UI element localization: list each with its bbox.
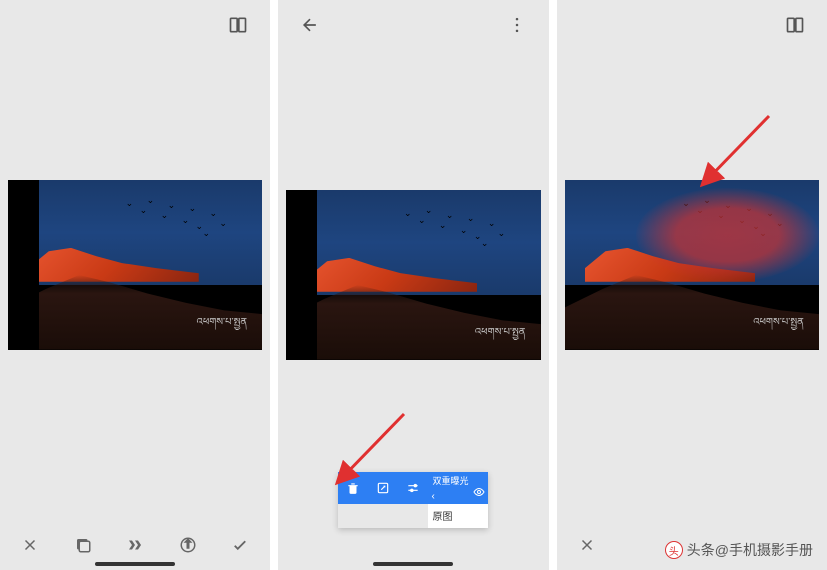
photo-watermark: འཕགས་པ་སྤྱན [753,311,804,339]
top-bar [557,0,827,50]
source-watermark: 头 头条@手机摄影手册 [661,538,817,562]
image-area: ⌄ ⌄ ⌄ ⌄ ⌄ ⌄ ⌄ ⌄ ⌄ ⌄ ⌄ འཕགས་པ་སྤྱན [0,50,270,520]
edit-toolbar-popup: 双重曝光 ‹ 原图 [338,472,488,528]
top-bar [278,0,548,50]
home-indicator [95,562,175,566]
watermark-logo-icon: 头 [665,541,683,559]
effect-row[interactable]: 双重曝光 ‹ [428,472,488,504]
panel-left: ⌄ ⌄ ⌄ ⌄ ⌄ ⌄ ⌄ ⌄ ⌄ ⌄ ⌄ འཕགས་པ་སྤྱན [0,0,270,570]
back-icon[interactable] [294,9,326,41]
photo[interactable]: ⌄ ⌄ ⌄ ⌄ ⌄ ⌄ ⌄ ⌄ ⌄ ⌄ ⌄ འཕགས་པ་སྤྱན [8,180,262,350]
black-border [286,190,317,360]
mask-overlay [636,188,819,281]
image-area: ⌄ ⌄ ⌄ ⌄ ⌄ ⌄ ⌄ ⌄ ⌄ ⌄ ⌄ འཕགས་པ་སྤྱན [557,50,827,520]
visibility-icon[interactable] [473,486,485,501]
export-icon[interactable] [172,529,204,561]
photo-watermark: འཕགས་པ་སྤྱན [197,311,248,339]
panel-right: ⌄ ⌄ ⌄ ⌄ ⌄ ⌄ ⌄ ⌄ ⌄ ⌄ ⌄ འཕགས་པ་སྤྱན [557,0,827,570]
compare-icon[interactable] [779,9,811,41]
photo[interactable]: ⌄ ⌄ ⌄ ⌄ ⌄ ⌄ ⌄ ⌄ ⌄ ⌄ ⌄ འཕགས་པ་སྤྱན [565,180,819,350]
more-icon[interactable] [501,9,533,41]
chevron-left-icon: ‹ [431,491,434,502]
effect-label: 双重曝光 [432,476,468,486]
black-border [8,180,39,350]
styles-icon[interactable] [67,529,99,561]
check-icon[interactable] [224,529,256,561]
tools-icon[interactable] [119,529,151,561]
original-row[interactable]: 原图 [428,504,488,528]
birds-flock: ⌄ ⌄ ⌄ ⌄ ⌄ ⌄ ⌄ ⌄ ⌄ ⌄ ⌄ [105,194,245,245]
compare-icon[interactable] [222,9,254,41]
top-bar [0,0,270,50]
photo-watermark: འཕགས་པ་སྤྱན [475,321,526,349]
original-label: 原图 [432,512,452,523]
close-icon[interactable] [14,529,46,561]
close-icon[interactable] [571,529,603,561]
edit-icon[interactable] [368,472,398,504]
adjust-icon[interactable] [398,472,428,504]
photo[interactable]: ⌄ ⌄ ⌄ ⌄ ⌄ ⌄ ⌄ ⌄ ⌄ ⌄ ⌄ འཕགས་པ་སྤྱན [286,190,540,360]
watermark-text: 头条@手机摄影手册 [687,540,813,560]
home-indicator [373,562,453,566]
birds-flock: ⌄ ⌄ ⌄ ⌄ ⌄ ⌄ ⌄ ⌄ ⌄ ⌄ ⌄ [383,204,523,255]
delete-icon[interactable] [338,472,368,504]
panel-middle: ⌄ ⌄ ⌄ ⌄ ⌄ ⌄ ⌄ ⌄ ⌄ ⌄ ⌄ འཕགས་པ་སྤྱན [278,0,548,570]
